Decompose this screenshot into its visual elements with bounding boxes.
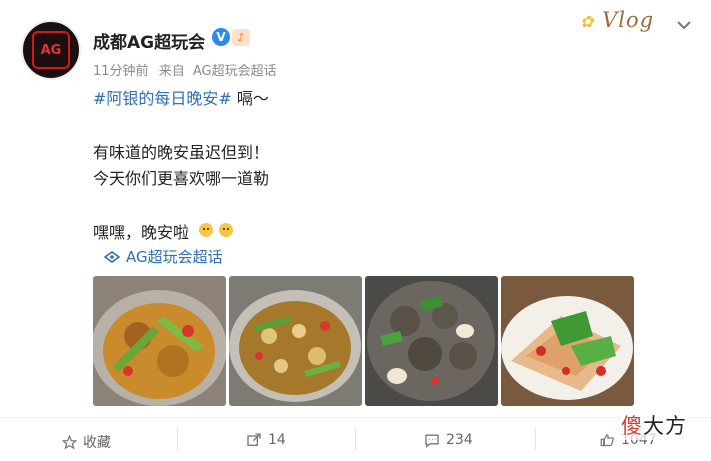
post-line-4: 嘿嘿，晚安啦 <box>93 219 236 243</box>
post-time[interactable]: 11分钟前 <box>93 64 149 79</box>
favorite-label: 收藏 <box>83 435 111 451</box>
user-avatar[interactable]: AG <box>21 20 81 80</box>
post-line-2: 有味道的晚安虽迟但到！ <box>93 143 270 162</box>
food-photo-3[interactable] <box>365 276 498 406</box>
comment-count: 234 <box>446 432 473 448</box>
food-photo-1[interactable] <box>93 276 226 406</box>
chevron-down-icon[interactable] <box>675 16 693 34</box>
post-line-1-suffix: 嗝～ <box>231 89 269 108</box>
comment-icon <box>425 434 439 448</box>
super-topic-link[interactable]: AG超玩会超话 <box>104 246 223 267</box>
dog-emoji-icon <box>196 220 236 242</box>
super-topic-icon <box>104 250 120 263</box>
verified-icon: V <box>212 28 230 46</box>
watermark-rest: 大方 <box>643 414 687 438</box>
action-separator-2 <box>355 428 356 450</box>
post-line-3: 今天你们更喜欢哪一道勒 <box>93 169 270 188</box>
post-line-4-text: 嘿嘿，晚安啦 <box>93 223 190 242</box>
action-bar-divider <box>0 417 711 418</box>
action-separator-3 <box>535 428 536 450</box>
post-line-1: #阿银的每日晚安# 嗝～ <box>93 85 269 109</box>
watermark-first-char: 傻 <box>621 414 643 438</box>
repost-count: 14 <box>268 432 286 448</box>
thumbs-up-icon <box>600 433 614 446</box>
repost-icon <box>247 433 261 446</box>
star-icon <box>62 434 77 450</box>
action-separator-1 <box>177 428 178 450</box>
source-link[interactable]: AG超玩会超话 <box>193 64 277 79</box>
topic-link[interactable]: #阿银的每日晚安# <box>93 89 232 108</box>
favorite-button[interactable]: 收藏 <box>62 432 111 452</box>
fan-badge-icon: ♪ <box>232 29 250 46</box>
food-photo-4[interactable] <box>501 276 634 406</box>
username-link[interactable]: 成都AG超玩会 <box>93 28 205 53</box>
super-topic-label: AG超玩会超话 <box>126 248 223 266</box>
food-photo-2[interactable] <box>229 276 362 406</box>
post-meta: 11分钟前 来自 AG超玩会超话 <box>93 60 277 79</box>
comment-button[interactable]: 234 <box>424 432 473 448</box>
ag-logo: AG <box>32 31 70 69</box>
watermark: 傻大方 <box>619 410 689 440</box>
repost-button[interactable]: 14 <box>246 432 286 448</box>
vlog-sticker: ✿ Vlog <box>580 8 664 38</box>
source-prefix: 来自 <box>158 64 185 79</box>
vlog-label: Vlog <box>602 8 655 32</box>
flower-icon: ✿ <box>580 12 595 31</box>
